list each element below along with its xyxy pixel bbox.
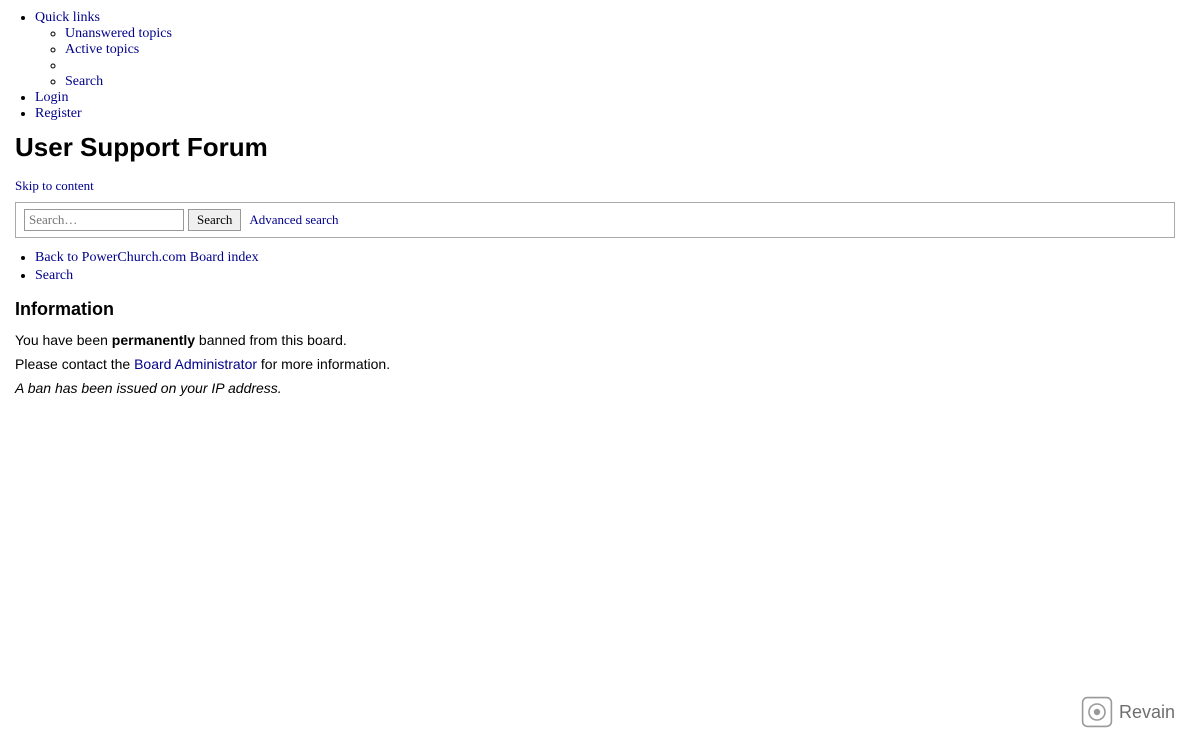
skip-to-content-link[interactable]: Skip to content [15, 178, 1175, 194]
revain-text: Revain [1119, 702, 1175, 723]
breadcrumb-search-link[interactable]: Search [35, 268, 73, 283]
ban-notice: A ban has been issued on your IP address… [15, 380, 1175, 396]
revain-logo-icon [1081, 696, 1113, 728]
quick-links-link[interactable]: Quick links [35, 10, 100, 25]
breadcrumb-nav: Back to PowerChurch.com Board index Sear… [15, 250, 1175, 284]
board-administrator-link[interactable]: Board Administrator [134, 356, 257, 372]
active-topics-link[interactable]: Active topics [65, 42, 139, 57]
search-input[interactable] [24, 209, 184, 231]
advanced-search-link[interactable]: Advanced search [249, 212, 338, 228]
nav-search-link[interactable]: Search [65, 74, 103, 89]
unanswered-topics-link[interactable]: Unanswered topics [65, 26, 172, 41]
nav-section: Quick links Unanswered topics Active top… [15, 10, 1175, 122]
contact-prefix: Please contact the [15, 356, 134, 372]
search-bar: Search Advanced search [15, 202, 1175, 238]
back-to-powerchurch-link[interactable]: Back to PowerChurch.com [35, 250, 186, 265]
contact-suffix: for more information. [257, 356, 390, 372]
login-link[interactable]: Login [35, 90, 68, 105]
contact-text: Please contact the Board Administrator f… [15, 356, 1175, 372]
ban-message-bold: permanently [112, 332, 195, 348]
ban-message-suffix: banned from this board. [195, 332, 347, 348]
site-title: User Support Forum [15, 132, 1175, 163]
ban-message-prefix: You have been [15, 332, 112, 348]
register-link[interactable]: Register [35, 106, 82, 121]
ban-message: You have been permanently banned from th… [15, 332, 1175, 348]
board-index-link[interactable]: Board index [190, 250, 259, 265]
revain-watermark: Revain [1081, 696, 1175, 728]
information-title: Information [15, 299, 1175, 320]
search-button[interactable]: Search [188, 209, 241, 231]
